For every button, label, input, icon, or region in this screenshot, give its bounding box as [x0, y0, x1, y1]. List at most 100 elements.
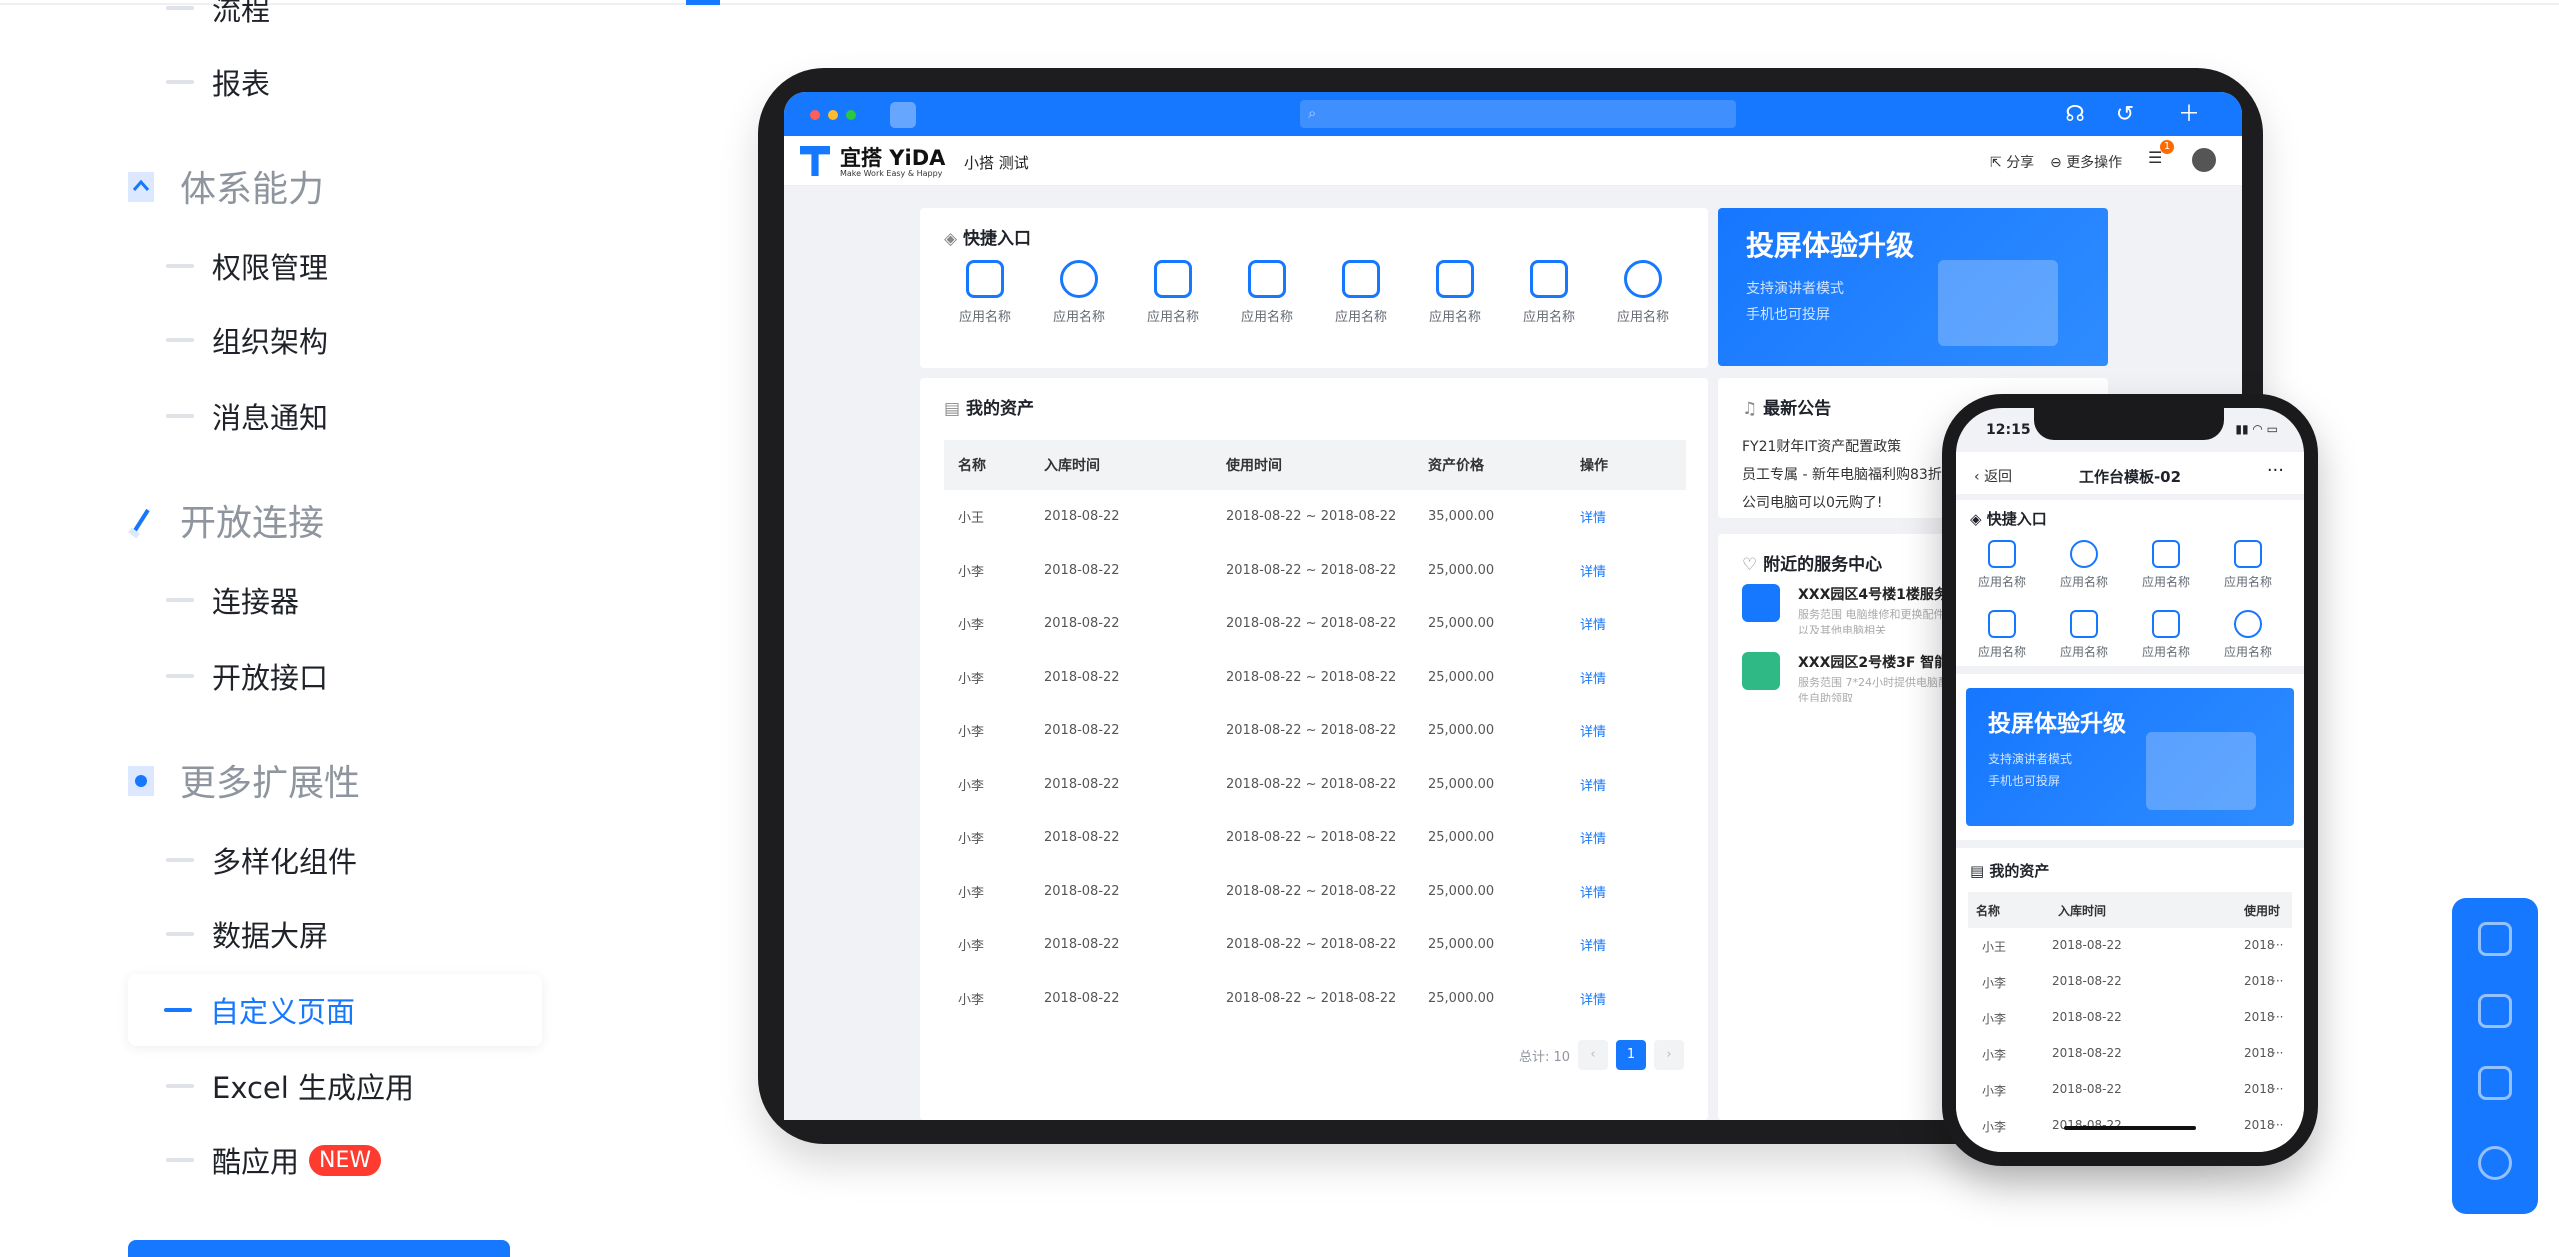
quick-entry-item[interactable]: 应用名称 [1034, 260, 1124, 325]
nav-item-connector[interactable]: 连接器 [130, 570, 540, 630]
section-system[interactable]: 体系能力 [128, 156, 324, 216]
phone-screen: 12:15 ▮▮ ◠ ▭ ‹ 返回 工作台模板-02 ··· ◈ 快捷入口 应用… [1956, 408, 2304, 1152]
window-titlebar: ⌕ ☊ ↺ ＋ [784, 92, 2242, 136]
announcement-item[interactable]: 公司电脑可以0元购了! [1742, 492, 1883, 512]
nav-item-components[interactable]: 多样化组件 [130, 830, 540, 890]
nav-item-label: 开放接口 [212, 661, 329, 695]
quick-entry-item[interactable]: 应用名称 [2044, 610, 2124, 660]
table-row[interactable]: 小李 2018-08-22 2018 ··· [1968, 1036, 2292, 1072]
quick-entry-item[interactable]: 应用名称 [2126, 540, 2206, 590]
table-cell: 小李 [958, 832, 985, 848]
quick-entry-item[interactable]: 应用名称 [1222, 260, 1312, 325]
table-cell: 小李 [1982, 976, 2007, 990]
nav-item-message[interactable]: 消息通知 [130, 386, 540, 446]
table-row[interactable]: 小李 2018-08-22 2018 ··· [1968, 1072, 2292, 1108]
headset-icon[interactable] [2478, 1146, 2512, 1180]
nav-item-flow[interactable]: 流程 [130, 0, 540, 38]
quick-entry-item[interactable]: 应用名称 [1128, 260, 1218, 325]
nav-item-org[interactable]: 组织架构 [130, 310, 540, 370]
quick-entry-label: 应用名称 [1522, 310, 1575, 325]
page-number-button[interactable]: 1 [1616, 1040, 1646, 1070]
row-more-icon[interactable]: ··· [2272, 1010, 2283, 1024]
share-button[interactable]: ⇱ 分享 [1990, 152, 2034, 172]
nav-item-open-api[interactable]: 开放接口 [130, 646, 540, 706]
consult-icon[interactable] [2478, 922, 2512, 956]
quick-entry-item[interactable]: 应用名称 [1410, 260, 1500, 325]
next-page-button[interactable]: › [1654, 1040, 1684, 1070]
quick-entry-item[interactable]: 应用名称 [1598, 260, 1688, 325]
quick-entry-item[interactable]: 应用名称 [2208, 540, 2288, 590]
detail-link[interactable]: 详情 [1580, 507, 1686, 526]
table-cell: 25,000.00 [1428, 616, 1495, 632]
table-cell: 2018-08-22 ~ 2018-08-22 [1226, 990, 1397, 1006]
more-actions-button[interactable]: ⊖ 更多操作 [2050, 152, 2122, 172]
table-row: 小李 2018-08-22 2018-08-22 ~ 2018-08-22 25,00… [944, 597, 1686, 651]
announcement-item[interactable]: FY21财年IT资产配置政策 [1742, 436, 1901, 456]
table-cell: 25,000.00 [1428, 562, 1495, 578]
nav-item-permission[interactable]: 权限管理 [130, 236, 540, 296]
section-open-connect[interactable]: 开放连接 [128, 490, 324, 550]
maximize-dot[interactable] [846, 110, 856, 120]
headset-icon[interactable]: ☊ [2062, 102, 2088, 128]
quick-entry-item[interactable]: 应用名称 [2208, 610, 2288, 660]
row-more-icon[interactable]: ··· [2272, 974, 2283, 988]
project-name[interactable]: 小搭 测试 [964, 152, 1029, 173]
phone-charge-icon [1342, 260, 1380, 298]
prev-page-button[interactable]: ‹ [1578, 1040, 1608, 1070]
table-cell: 小李 [1982, 1120, 2007, 1134]
detail-link[interactable]: 详情 [1580, 561, 1686, 580]
detail-link[interactable]: 详情 [1580, 882, 1686, 901]
detail-link[interactable]: 详情 [1580, 614, 1686, 633]
nav-item-data-screen[interactable]: 数据大屏 [130, 904, 540, 964]
column-header: 使用时 [2244, 904, 2281, 918]
phone-promo-banner[interactable]: 投屏体验升级 支持演讲者模式 手机也可投屏 [1966, 688, 2294, 826]
quick-entry-item[interactable]: 应用名称 [2044, 540, 2124, 590]
detail-link[interactable]: 详情 [1580, 668, 1686, 687]
nav-item-report[interactable]: 报表 [130, 52, 540, 112]
avatar-icon[interactable] [890, 102, 916, 128]
detail-link[interactable]: 详情 [1580, 989, 1686, 1008]
quick-entry-item[interactable]: 应用名称 [1962, 610, 2042, 660]
more-icon[interactable]: ··· [2267, 460, 2284, 481]
service-name[interactable]: XXX园区4号楼1楼服务 [1798, 584, 1948, 604]
quick-entry-item[interactable]: 应用名称 [2126, 610, 2206, 660]
table-cell: 小李 [958, 618, 985, 634]
bell-icon: ♫ [1742, 399, 1758, 419]
detail-link[interactable]: 详情 [1580, 935, 1686, 954]
cta-button[interactable] [128, 1240, 510, 1257]
search-input[interactable]: ⌕ [1300, 100, 1736, 128]
table-cell: 2018-08-22 [1044, 990, 1120, 1006]
detail-link[interactable]: 详情 [1580, 721, 1686, 740]
detail-link[interactable]: 详情 [1580, 775, 1686, 794]
nav-item-custom-page[interactable]: 自定义页面 [128, 974, 542, 1046]
row-more-icon[interactable]: ··· [2272, 1046, 2283, 1060]
announcement-item[interactable]: 员工专属 - 新年电脑福利购83折 [1742, 464, 1942, 484]
quick-entry-item[interactable]: 应用名称 [1316, 260, 1406, 325]
promo-banner[interactable]: 投屏体验升级 支持演讲者模式 手机也可投屏 [1718, 208, 2108, 366]
detail-link[interactable]: 详情 [1580, 828, 1686, 847]
section-extensibility[interactable]: 更多扩展性 [128, 750, 360, 810]
history-icon[interactable]: ↺ [2112, 102, 2138, 128]
row-more-icon[interactable]: ··· [2272, 1082, 2283, 1096]
close-dot[interactable] [810, 110, 820, 120]
app-header: 宜搭 YiDA Make Work Easy & Happy 小搭 测试 ⇱ 分… [784, 136, 2242, 186]
quick-entry-item[interactable]: 应用名称 [1504, 260, 1594, 325]
table-row[interactable]: 小王 2018-08-22 2018 ··· [1968, 928, 2292, 964]
quick-entry-item[interactable]: 应用名称 [1962, 540, 2042, 590]
nav-item-excel-app[interactable]: Excel 生成应用 [130, 1056, 540, 1116]
row-more-icon[interactable]: ··· [2272, 1118, 2283, 1132]
nav-item-cool-app[interactable]: 酷应用 NEW [130, 1130, 540, 1190]
chat-icon[interactable] [2478, 1066, 2512, 1100]
user-avatar[interactable] [2192, 148, 2216, 172]
demo-icon[interactable] [2478, 994, 2512, 1028]
table-row[interactable]: 小李 2018-08-22 2018 ··· [1968, 1000, 2292, 1036]
table-row[interactable]: 小李 2018-08-22 2018 ··· [1968, 964, 2292, 1000]
table-cell: 2018-08-22 [2052, 1010, 2122, 1024]
assets-title: ▤ 我的资产 [944, 394, 1034, 419]
table-cell: 2018-08-22 [1044, 669, 1120, 685]
plus-icon[interactable]: ＋ [2176, 102, 2202, 128]
service-name[interactable]: XXX园区2号楼3F 智能 [1798, 652, 1948, 672]
minimize-dot[interactable] [828, 110, 838, 120]
row-more-icon[interactable]: ··· [2272, 938, 2283, 952]
quick-entry-item[interactable]: 应用名称 [940, 260, 1030, 325]
